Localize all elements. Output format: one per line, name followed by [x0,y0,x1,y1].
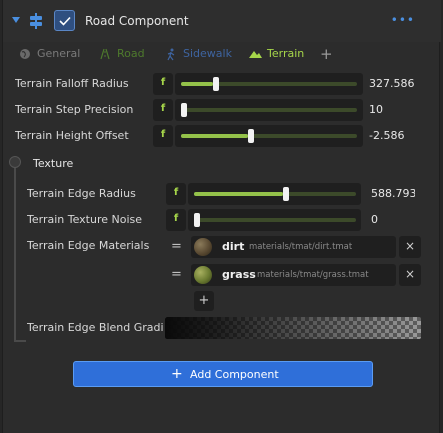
component-panel: Road Component ••• General Road Sidewalk [2,0,441,433]
property-label: Terrain Texture Noise [27,213,143,226]
material-slot-grass[interactable]: grass materials/tmat/grass.tmat [191,264,396,286]
dirt-material-thumbnail [194,238,212,256]
terrain-edge-materials-label: Terrain Edge Materials [27,239,150,252]
mountain-icon [249,51,262,58]
slider-fill [181,82,213,86]
terrain-height-offset-value[interactable]: -2.586 [369,129,417,142]
property-row: Terrain Falloff Radius f 327.586 [3,73,441,95]
slider-thumb[interactable] [247,129,254,143]
checkmark-icon [59,16,71,26]
add-tab-button[interactable]: + [320,45,333,63]
more-options-button[interactable]: ••• [391,13,415,27]
drag-handle-icon[interactable]: = [171,239,183,254]
material-path: materials/tmat/dirt.tmat [249,242,353,252]
drag-handle-icon[interactable]: = [171,267,183,282]
tab-terrain-label: Terrain [267,47,305,60]
float-type-icon[interactable]: f [166,209,186,231]
grass-material-thumbnail [194,266,212,284]
slider-track [194,213,356,227]
terrain-falloff-radius-slider[interactable] [175,73,363,95]
remove-material-button[interactable]: × [399,264,421,286]
material-path: materials/tmat/grass.tmat [257,270,369,280]
collapse-caret-icon[interactable] [12,17,20,23]
tab-road-label: Road [117,47,145,60]
gradient-fill [165,317,421,339]
slider-track [181,77,357,91]
component-title: Road Component [85,14,189,28]
slider-fill [181,134,248,138]
float-type-icon[interactable]: f [153,73,173,95]
texture-group-foot [14,340,26,342]
enable-component-checkbox[interactable] [54,10,75,31]
property-row: Terrain Step Precision f 10 [3,99,441,121]
road-component-icon [30,13,42,29]
material-name: dirt [222,240,245,253]
add-material-button[interactable]: + [194,291,214,311]
float-type-icon[interactable]: f [166,183,186,205]
texture-group-title: Texture [33,157,74,170]
float-type-label: f [173,213,179,224]
slider-thumb[interactable] [212,77,219,91]
material-slot-dirt[interactable]: dirt materials/tmat/dirt.tmat [191,236,396,258]
property-label: Terrain Height Offset [15,129,129,142]
terrain-texture-noise-slider[interactable] [188,209,361,231]
tab-sidewalk-label: Sidewalk [183,47,232,60]
property-label: Terrain Falloff Radius [15,77,129,90]
plus-icon: + [171,366,183,382]
float-type-icon[interactable]: f [153,125,173,147]
tab-general-label: General [37,47,81,60]
slider-fill [194,192,284,196]
add-component-button[interactable]: + Add Component [73,361,373,387]
float-type-icon[interactable]: f [153,99,173,121]
property-row: Terrain Height Offset f -2.586 [3,125,441,147]
float-type-label: f [160,77,166,88]
property-row: Terrain Texture Noise f 0 [3,209,441,231]
terrain-height-offset-slider[interactable] [175,125,363,147]
slider-thumb[interactable] [194,213,200,227]
terrain-step-precision-slider[interactable] [175,99,363,121]
terrain-edge-blend-gradient-label: Terrain Edge Blend Gradient [27,321,163,334]
float-type-label: f [160,103,166,114]
add-component-label: Add Component [190,368,279,381]
material-name: grass [222,268,256,281]
terrain-texture-noise-value[interactable]: 0 [371,213,415,226]
property-label: Terrain Edge Radius [27,187,136,200]
slider-thumb[interactable] [181,103,187,117]
terrain-edge-radius-slider[interactable] [188,183,361,205]
component-header: Road Component ••• [3,0,441,42]
property-label: Terrain Step Precision [15,103,134,116]
texture-collapse-toggle[interactable] [9,156,21,168]
blend-gradient-editor[interactable] [165,317,421,339]
terrain-step-precision-value[interactable]: 10 [369,103,417,116]
walking-person-icon [167,48,175,61]
road-icon [100,48,110,60]
property-row: Terrain Edge Radius f 588.793 [3,183,441,205]
slider-track [181,103,357,117]
component-tabs: General Road Sidewalk Terrain + [3,42,441,66]
slider-track [194,187,356,201]
slider-thumb[interactable] [283,187,290,201]
remove-material-button[interactable]: × [399,236,421,258]
globe-icon [20,49,30,59]
float-type-label: f [160,129,166,140]
terrain-edge-radius-value[interactable]: 588.793 [371,187,415,200]
terrain-falloff-radius-value[interactable]: 327.586 [369,77,417,90]
float-type-label: f [173,187,179,198]
slider-track [181,129,357,143]
